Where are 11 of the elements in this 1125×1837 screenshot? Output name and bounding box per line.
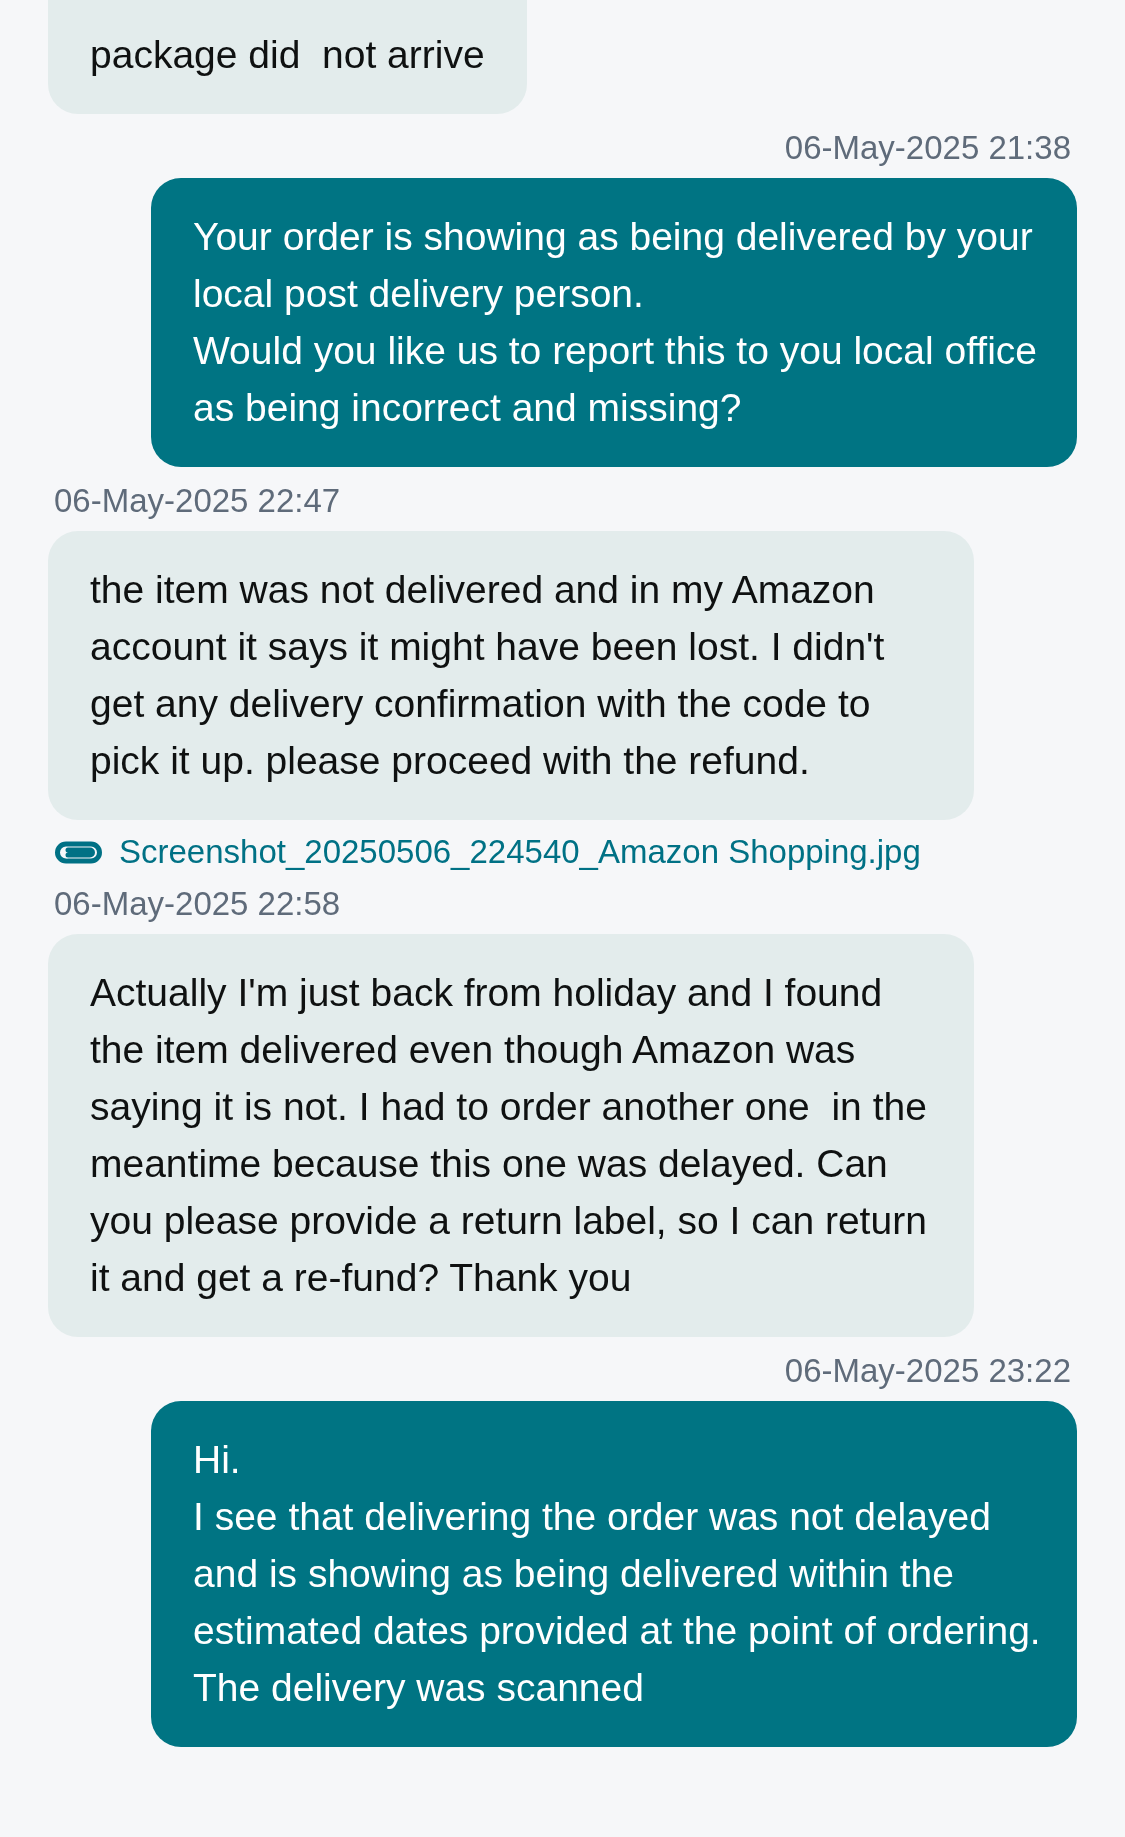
- paperclip-icon: [54, 839, 103, 865]
- message-timestamp: 06-May-2025 21:38: [784, 130, 1071, 166]
- sent-message-bubble: Hi. I see that delivering the order was not delayed and is showing as being delivered within the estimated dates provided at the point of ordering. The delivery was scanned: [151, 1401, 1077, 1747]
- message-timestamp: 06-May-2025 22:58: [54, 886, 341, 922]
- sent-message-bubble: Your order is showing as being delivered by your local post delivery person. Would you like us to report this to you local office as being incorrect and missing?: [151, 178, 1077, 467]
- received-message-bubble: package did not arrive: [48, 0, 527, 114]
- attachment-link[interactable]: Screenshot_20250506_224540_Amazon Shopping.jpg: [119, 834, 921, 870]
- message-timestamp: 06-May-2025 22:47: [54, 483, 341, 519]
- received-message-bubble: Actually I'm just back from holiday and I found the item delivered even though Amazon was saying it is not. I had to order another one in the meantime because this one was delayed. Can you please provide a return label, so I can return it and get a re-fund? Thank you: [48, 934, 974, 1337]
- received-message-bubble: the item was not delivered and in my Amazon account it says it might have been lost. I didn't get any delivery confirmation with the code to pick it up. please proceed with the refund.: [48, 531, 974, 820]
- message-timestamp: 06-May-2025 23:22: [784, 1353, 1071, 1389]
